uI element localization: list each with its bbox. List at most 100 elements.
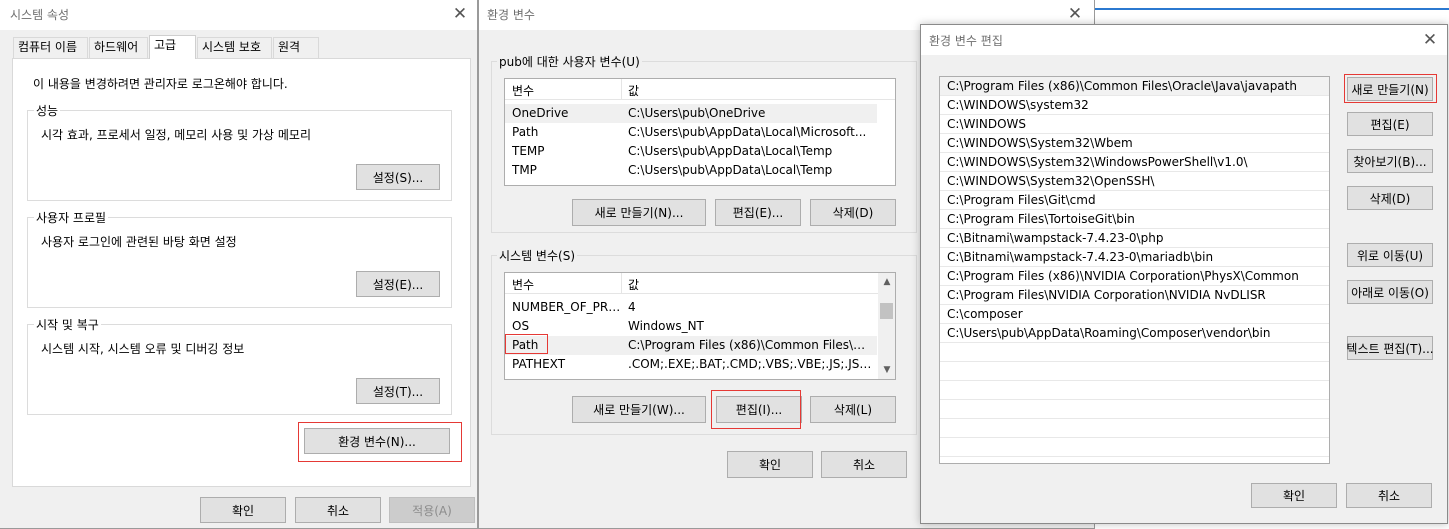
- var-name: NUMBER_OF_PRO...: [512, 300, 624, 314]
- list-item[interactable]: C:\WINDOWS\System32\Wbem: [940, 134, 1329, 153]
- list-item[interactable]: C:\WINDOWS\System32\OpenSSH\: [940, 172, 1329, 191]
- var-name: PATHEXT: [512, 357, 566, 371]
- close-icon[interactable]: ✕: [1419, 29, 1441, 51]
- delete-button[interactable]: 삭제(D): [1347, 186, 1433, 210]
- list-header: 변수 값: [505, 273, 878, 294]
- column-header-value[interactable]: 값: [628, 82, 639, 99]
- table-row[interactable]: Path C:\Users\pub\AppData\Local\Microsoft…: [505, 123, 877, 142]
- column-separator: [621, 79, 622, 100]
- performance-desc: 시각 효과, 프로세서 일정, 메모리 사용 및 가상 메모리: [41, 128, 311, 142]
- table-row[interactable]: OS Windows_NT: [505, 317, 877, 336]
- list-item[interactable]: C:\Bitnami\wampstack-7.4.23-0\mariadb\bi…: [940, 248, 1329, 267]
- user-profile-desc: 사용자 로그인에 관련된 바탕 화면 설정: [41, 235, 237, 249]
- empty-list-slot[interactable]: [940, 381, 1329, 400]
- var-value: Windows_NT: [628, 319, 704, 333]
- list-item[interactable]: C:\Program Files\TortoiseGit\bin: [940, 210, 1329, 229]
- edit-button[interactable]: 편집(E): [1347, 112, 1433, 136]
- table-row[interactable]: TEMP C:\Users\pub\AppData\Local\Temp: [505, 142, 877, 161]
- title-bar: 환경 변수 편집 ✕: [921, 25, 1447, 55]
- edit-text-button[interactable]: 텍스트 편집(T)...: [1346, 336, 1434, 360]
- tab-system-protection[interactable]: 시스템 보호: [197, 37, 272, 58]
- var-value: C:\Users\pub\OneDrive: [628, 106, 766, 120]
- list-item[interactable]: C:\Users\pub\AppData\Roaming\Composer\ve…: [940, 324, 1329, 343]
- list-item[interactable]: C:\Bitnami\wampstack-7.4.23-0\php: [940, 229, 1329, 248]
- list-item[interactable]: C:\Program Files (x86)\NVIDIA Corporatio…: [940, 267, 1329, 286]
- list-header: 변수 값: [505, 79, 895, 100]
- scroll-thumb[interactable]: [880, 303, 893, 319]
- move-down-button[interactable]: 아래로 이동(O): [1347, 280, 1433, 304]
- title-bar: 시스템 속성 ✕: [0, 0, 477, 30]
- column-header-value[interactable]: 값: [628, 276, 639, 293]
- system-delete-button[interactable]: 삭제(L): [810, 396, 896, 423]
- background-window-edge: [1095, 8, 1449, 10]
- table-row[interactable]: Path C:\Program Files (x86)\Common Files\…: [505, 336, 877, 355]
- list-item[interactable]: C:\Program Files\Git\cmd: [940, 191, 1329, 210]
- empty-list-slot[interactable]: [940, 362, 1329, 381]
- scroll-down-icon[interactable]: ▼: [882, 365, 892, 375]
- list-item[interactable]: C:\WINDOWS\System32\WindowsPowerShell\v1…: [940, 153, 1329, 172]
- ok-button[interactable]: 확인: [200, 497, 286, 523]
- path-list[interactable]: C:\Program Files (x86)\Common Files\Orac…: [939, 76, 1330, 464]
- column-separator: [621, 273, 622, 294]
- var-name: Path: [512, 125, 539, 139]
- tab-computer-name[interactable]: 컴퓨터 이름: [13, 37, 88, 58]
- system-variables-group: 시스템 변수(S) 변수 값 NUMBER_OF_PRO... 4 OS Windo…: [491, 247, 917, 435]
- list-item[interactable]: C:\composer: [940, 305, 1329, 324]
- cancel-button[interactable]: 취소: [295, 497, 381, 523]
- tab-advanced[interactable]: 고급: [149, 35, 196, 59]
- user-delete-button[interactable]: 삭제(D): [810, 199, 896, 226]
- list-item[interactable]: C:\Program Files (x86)\Common Files\Orac…: [940, 77, 1329, 96]
- scroll-up-icon[interactable]: ▲: [882, 277, 892, 287]
- cancel-button[interactable]: 취소: [1346, 483, 1432, 508]
- system-variables-label: 시스템 변수(S): [497, 247, 577, 264]
- startup-settings-button[interactable]: 설정(T)...: [356, 378, 440, 404]
- var-value: 4: [628, 300, 636, 314]
- system-properties-window: 시스템 속성 ✕ 컴퓨터 이름 하드웨어 고급 시스템 보호 원격 이 내용을 …: [0, 0, 478, 529]
- window-title: 시스템 속성: [10, 8, 70, 22]
- var-value: C:\Users\pub\AppData\Local\Temp: [628, 163, 833, 177]
- table-row[interactable]: TMP C:\Users\pub\AppData\Local\Temp: [505, 161, 877, 180]
- apply-button[interactable]: 적용(A): [389, 497, 475, 523]
- system-new-button[interactable]: 새로 만들기(W)...: [572, 396, 706, 423]
- table-row[interactable]: PATHEXT .COM;.EXE;.BAT;.CMD;.VBS;.VBE;.JS…: [505, 355, 877, 374]
- move-up-button[interactable]: 위로 이동(U): [1347, 243, 1433, 267]
- var-value: C:\Program Files (x86)\Common Files\Or..…: [628, 338, 874, 352]
- column-header-variable[interactable]: 변수: [512, 82, 534, 99]
- tab-remote[interactable]: 원격: [273, 37, 319, 58]
- var-name: OneDrive: [512, 106, 569, 120]
- ok-button[interactable]: 확인: [1251, 483, 1337, 508]
- new-button-highlight: [1344, 74, 1437, 103]
- column-header-variable[interactable]: 변수: [512, 276, 534, 293]
- empty-list-slot[interactable]: [940, 438, 1329, 457]
- list-item[interactable]: C:\WINDOWS\system32: [940, 96, 1329, 115]
- edit-environment-variable-window: 환경 변수 편집 ✕ C:\Program Files (x86)\Common…: [920, 24, 1448, 524]
- window-title: 환경 변수: [487, 8, 535, 22]
- cancel-button[interactable]: 취소: [821, 451, 907, 478]
- list-item[interactable]: C:\WINDOWS: [940, 115, 1329, 134]
- user-variables-label: pub에 대한 사용자 변수(U): [497, 53, 642, 70]
- advanced-panel: 이 내용을 변경하려면 관리자로 로그온해야 합니다. 성능 시각 효과, 프로…: [12, 58, 471, 487]
- tab-hardware[interactable]: 하드웨어: [89, 37, 148, 58]
- empty-list-slot[interactable]: [940, 400, 1329, 419]
- var-value: C:\Users\pub\AppData\Local\Microsoft...: [628, 125, 867, 139]
- user-new-button[interactable]: 새로 만들기(N)...: [572, 199, 706, 226]
- empty-list-slot[interactable]: [940, 343, 1329, 362]
- list-item[interactable]: C:\Program Files\NVIDIA Corporation\NVID…: [940, 286, 1329, 305]
- user-profile-label: 사용자 프로필: [34, 209, 109, 226]
- startup-recovery-group: 시작 및 복구 시스템 시작, 시스템 오류 및 디버깅 정보 설정(T)...: [27, 316, 452, 415]
- user-variables-list[interactable]: 변수 값 OneDrive C:\Users\pub\OneDrive Path C…: [504, 78, 896, 186]
- performance-group: 성능 시각 효과, 프로세서 일정, 메모리 사용 및 가상 메모리 설정(S)…: [27, 102, 452, 201]
- system-variables-list[interactable]: 변수 값 NUMBER_OF_PRO... 4 OS Windows_NT Path…: [504, 272, 896, 380]
- user-profile-settings-button[interactable]: 설정(E)...: [356, 271, 440, 297]
- admin-note: 이 내용을 변경하려면 관리자로 로그온해야 합니다.: [33, 77, 288, 91]
- user-edit-button[interactable]: 편집(E)...: [715, 199, 801, 226]
- performance-settings-button[interactable]: 설정(S)...: [356, 164, 440, 190]
- table-row[interactable]: NUMBER_OF_PRO... 4: [505, 298, 877, 317]
- vertical-scrollbar[interactable]: ▲ ▼: [878, 273, 895, 379]
- empty-list-slot[interactable]: [940, 419, 1329, 438]
- table-row[interactable]: OneDrive C:\Users\pub\OneDrive: [505, 104, 877, 123]
- close-icon[interactable]: ✕: [449, 3, 471, 25]
- browse-button[interactable]: 찾아보기(B)...: [1347, 149, 1433, 173]
- ok-button[interactable]: 확인: [727, 451, 813, 478]
- close-icon[interactable]: ✕: [1064, 3, 1086, 25]
